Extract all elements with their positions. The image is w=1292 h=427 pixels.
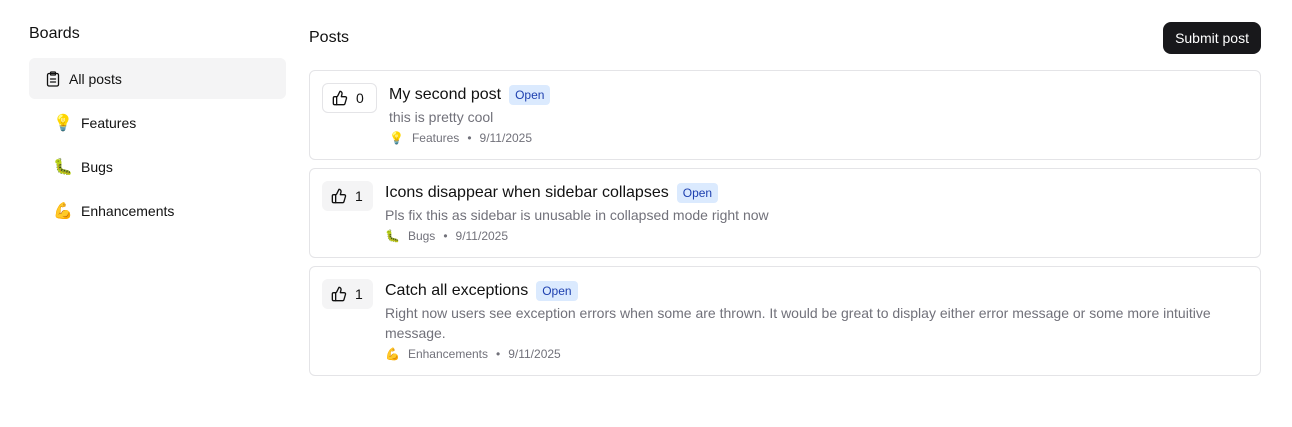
sidebar-item-all-posts[interactable]: All posts [29, 58, 286, 99]
post-title[interactable]: My second post [389, 86, 501, 104]
vote-count: 0 [356, 90, 364, 106]
meta-separator: • [467, 131, 472, 145]
sidebar-item-label: Bugs [81, 158, 113, 175]
flexed-biceps-icon: 💪 [385, 347, 400, 361]
post-title-row: Catch all exceptions Open [385, 279, 1248, 303]
sidebar-item-features[interactable]: 💡 Features [29, 102, 286, 143]
post-date: 9/11/2025 [455, 229, 509, 243]
post-body: Icons disappear when sidebar collapses O… [385, 181, 1248, 245]
post-title-row: Icons disappear when sidebar collapses O… [385, 181, 1248, 205]
sidebar-item-label: Enhancements [81, 202, 175, 219]
post-card[interactable]: 1 Icons disappear when sidebar collapses… [309, 168, 1261, 258]
meta-separator: • [443, 229, 448, 243]
post-body: Catch all exceptions Open Right now user… [385, 279, 1248, 363]
post-meta: 💪 Enhancements • 9/11/2025 [385, 343, 1248, 365]
upvote-button[interactable]: 0 [322, 83, 377, 113]
clipboard-icon [45, 70, 61, 87]
sidebar-item-label: Features [81, 114, 137, 131]
status-badge: Open [509, 85, 551, 105]
post-description: this is pretty cool [389, 109, 494, 125]
main-header: Posts Submit post [309, 22, 1261, 54]
post-title[interactable]: Icons disappear when sidebar collapses [385, 184, 669, 202]
bug-icon: 🐛 [385, 229, 400, 243]
lightbulb-icon: 💡 [389, 131, 404, 145]
main-content: Posts Submit post 0 My second post Open … [309, 22, 1261, 384]
post-title-row: My second post Open [389, 83, 1248, 107]
meta-separator: • [496, 347, 501, 361]
post-title[interactable]: Catch all exceptions [385, 282, 528, 300]
post-description: Right now users see exception errors whe… [385, 305, 1211, 341]
sidebar-item-label: All posts [69, 70, 122, 87]
status-badge: Open [676, 183, 719, 203]
post-meta: 💡 Features • 9/11/2025 [389, 127, 1248, 149]
bug-icon: 🐛 [53, 158, 73, 176]
flexed-biceps-icon: 💪 [53, 202, 73, 220]
thumbs-up-icon [332, 90, 348, 106]
post-meta: 🐛 Bugs • 9/11/2025 [385, 225, 1248, 247]
thumbs-up-icon [331, 286, 347, 302]
sidebar-item-enhancements[interactable]: 💪 Enhancements [29, 190, 286, 231]
post-card[interactable]: 1 Catch all exceptions Open Right now us… [309, 266, 1261, 376]
post-date: 9/11/2025 [508, 347, 561, 361]
post-board: Features [411, 131, 460, 145]
vote-count: 1 [355, 286, 363, 302]
post-board: Enhancements [407, 347, 489, 361]
sidebar-title: Boards [29, 25, 80, 42]
thumbs-up-icon [331, 188, 347, 204]
submit-post-button[interactable]: Submit post [1163, 22, 1261, 54]
status-badge: Open [536, 281, 578, 301]
lightbulb-icon: 💡 [53, 114, 73, 132]
upvote-button[interactable]: 1 [322, 279, 373, 309]
sidebar: Boards All posts 💡 Features 🐛 Bugs 💪 Enh… [29, 22, 286, 234]
post-card[interactable]: 0 My second post Open this is pretty coo… [309, 70, 1261, 160]
post-board: Bugs [407, 229, 436, 243]
post-date: 9/11/2025 [479, 131, 533, 145]
vote-count: 1 [355, 188, 363, 204]
post-body: My second post Open this is pretty cool … [389, 83, 1248, 147]
sidebar-item-bugs[interactable]: 🐛 Bugs [29, 146, 286, 187]
post-description: Pls fix this as sidebar is unusable in c… [385, 207, 769, 223]
page-title: Posts [309, 29, 350, 46]
upvote-button[interactable]: 1 [322, 181, 373, 211]
